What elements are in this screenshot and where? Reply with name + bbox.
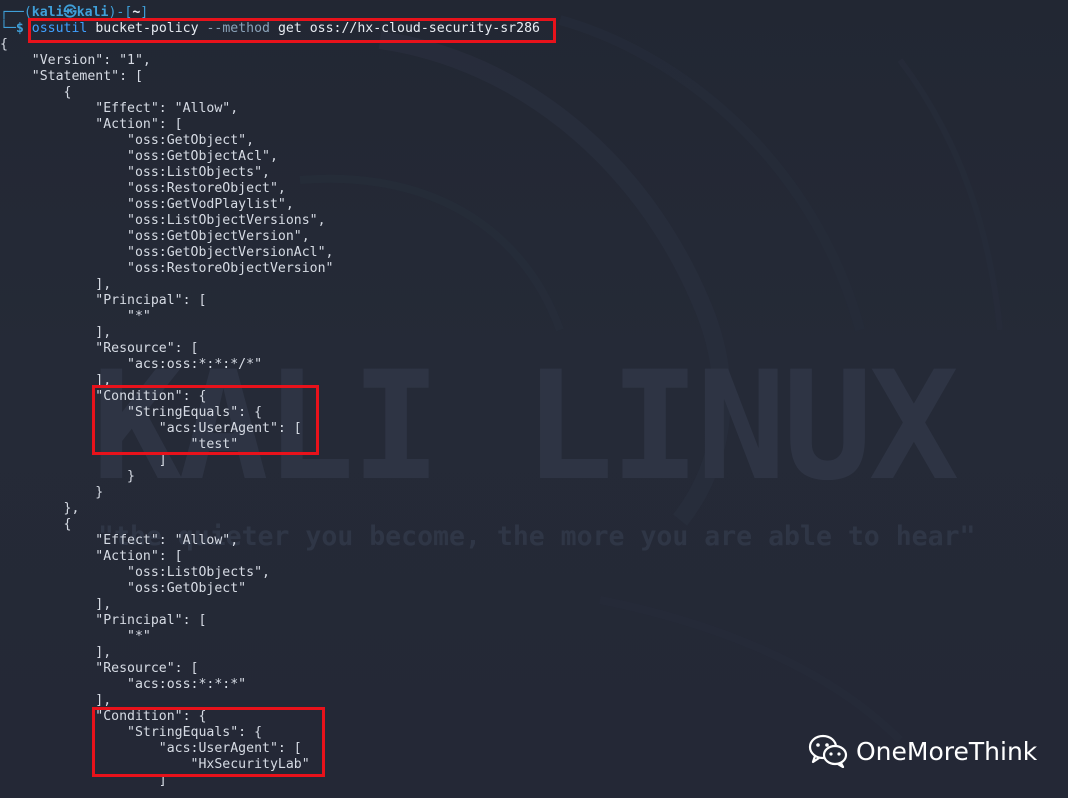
command-flag: --method (206, 21, 270, 36)
output-line: "acs:oss:*:*:*" (0, 677, 247, 692)
prompt-line-user: ┌──(kali㉿kali)-[~] (0, 5, 149, 20)
output-line: "oss:GetObject" (0, 581, 247, 596)
output-line: "Action": [ (0, 549, 183, 564)
command-line[interactable]: └─$ ossutil bucket-policy --method get o… (0, 21, 540, 37)
prompt-dollar: $ (15, 21, 24, 36)
output-line: "*" (0, 309, 151, 324)
output-line: "Condition": { (0, 389, 207, 404)
output-line: "Action": [ (0, 117, 183, 132)
output-line: } (0, 469, 135, 484)
output-line: "Effect": "Allow", (0, 533, 239, 548)
output-line: "oss:GetObject", (0, 133, 255, 148)
output-line: "oss:GetObjectAcl", (0, 149, 278, 164)
json-output: { "Version": "1", "Statement": [ { "Effe… (0, 37, 540, 789)
output-line: "Condition": { (0, 709, 207, 724)
output-line: { (0, 37, 8, 52)
output-line: ], (0, 373, 112, 388)
output-line: { (0, 85, 72, 100)
output-line: "Statement": [ (0, 69, 143, 84)
output-line: "oss:ListObjectVersions", (0, 213, 326, 228)
output-line: "test" (0, 437, 239, 452)
output-line: "Principal": [ (0, 613, 207, 628)
output-line: "oss:GetObjectVersionAcl", (0, 245, 334, 260)
output-line: ], (0, 645, 112, 660)
output-line: "oss:ListObjects", (0, 165, 270, 180)
output-line: ], (0, 325, 112, 340)
output-line: } (0, 485, 104, 500)
output-line: ] (0, 453, 167, 468)
brand-name: OneMoreThink (856, 736, 1038, 766)
output-line: "oss:RestoreObject", (0, 181, 286, 196)
output-line: "StringEquals": { (0, 405, 263, 420)
output-line: "Version": "1", (0, 53, 151, 68)
output-line: "Resource": [ (0, 661, 199, 676)
prompt-user: kali㉿kali (31, 5, 109, 20)
output-line: "oss:GetObjectVersion", (0, 229, 310, 244)
output-line: "acs:oss:*:*:*/*" (0, 357, 263, 372)
output-line: ], (0, 277, 112, 292)
command-tool: ossutil (31, 21, 88, 36)
output-line: "acs:UserAgent": [ (0, 421, 302, 436)
output-line: "*" (0, 629, 151, 644)
terminal-output: ┌──(kali㉿kali)-[~] └─$ ossutil bucket-po… (0, 5, 540, 789)
terminal-window[interactable]: KALI LINUX "the quieter you become, the … (0, 0, 1068, 798)
output-line: "Resource": [ (0, 341, 199, 356)
output-line: "Principal": [ (0, 293, 207, 308)
output-line: "oss:GetVodPlaylist", (0, 197, 294, 212)
brand-watermark: OneMoreThink (808, 734, 1038, 769)
output-line: ], (0, 597, 112, 612)
wechat-icon (808, 734, 848, 769)
output-line: "oss:RestoreObjectVersion" (0, 261, 334, 276)
output-line: "HxSecurityLab" (0, 757, 310, 772)
output-line: "oss:ListObjects", (0, 565, 270, 580)
output-line: ], (0, 693, 112, 708)
output-line: "StringEquals": { (0, 725, 263, 740)
output-line: }, (0, 501, 80, 516)
output-line: "Effect": "Allow", (0, 101, 239, 116)
output-line: { (0, 517, 72, 532)
output-line: "acs:UserAgent": [ (0, 741, 302, 756)
output-line: ] (0, 773, 167, 788)
